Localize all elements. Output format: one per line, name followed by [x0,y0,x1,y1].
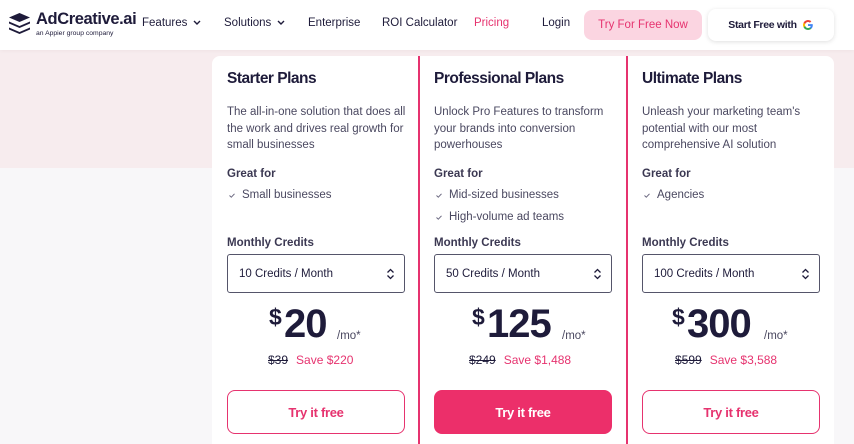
plan-card-professional: Professional Plans Unlock Pro Features t… [434,56,624,444]
price-currency: $ [269,304,282,330]
plan-description: Unlock Pro Features to transform your br… [434,106,604,151]
discount-row: $39 Save $220 [268,353,353,367]
nav-features-label: Features [142,17,188,29]
save-amount: Save $220 [296,353,354,367]
price-currency: $ [472,304,485,330]
plan-card-ultimate: Ultimate Plans Unleash your marketing te… [642,56,832,444]
try-it-free-button[interactable]: Try it free [434,390,612,434]
top-navbar: AdCreative.ai an Appier group company Fe… [0,0,854,50]
check-icon [644,192,650,198]
list-item: Agencies [642,184,704,206]
plan-card-starter: Starter Plans The all-in-one solution th… [227,56,417,444]
great-for-label: Great for [227,168,276,180]
price-period: /mo* [562,330,586,342]
credits-select-value: 100 Credits / Month [654,267,755,280]
credits-select[interactable]: 10 Credits / Month [227,254,405,293]
nav-pricing[interactable]: Pricing [474,17,509,29]
feature-label: Mid-sized businesses [449,189,559,201]
list-item: High-volume ad teams [434,206,564,228]
credits-label: Monthly Credits [227,237,314,249]
credits-select-value: 10 Credits / Month [239,267,333,280]
select-chevrons-icon [387,268,394,279]
select-chevrons-icon [802,268,809,279]
try-for-free-button[interactable]: Try For Free Now [584,10,702,40]
check-icon [436,214,442,220]
logo[interactable]: AdCreative.ai an Appier group company [8,10,137,41]
pricing-plans: Starter Plans The all-in-one solution th… [212,56,834,444]
save-amount: Save $3,588 [709,353,778,367]
list-item: Mid-sized businesses [434,184,564,206]
price-period: /mo* [337,330,361,342]
chevron-down-icon [277,20,285,25]
price-amount: 20 [284,302,327,346]
list-item: Small businesses [227,184,331,206]
feature-label: High-volume ad teams [449,211,565,223]
logo-name: AdCreative.ai [36,10,137,28]
discount-row: $599 Save $3,588 [675,353,777,367]
nav-features[interactable]: Features [142,17,201,29]
logo-subtitle: an Appier group company [36,30,114,37]
price-currency: $ [672,304,685,330]
old-price: $39 [268,353,289,367]
great-for-label: Great for [642,168,691,180]
start-free-google-label: Start Free with [728,19,797,31]
nav-solutions[interactable]: Solutions [224,17,285,29]
google-g-icon [802,20,813,31]
stacked-layers-logo-icon [9,13,30,34]
credits-select[interactable]: 100 Credits / Month [642,254,820,293]
nav-solutions-label: Solutions [224,17,272,29]
start-free-google-button[interactable]: Start Free with [708,9,834,41]
plan-description: Unleash your marketing team's potential … [642,106,801,151]
old-price: $599 [675,353,702,367]
plan-divider [418,56,420,444]
nav-login[interactable]: Login [542,17,570,29]
plan-title: Professional Plans [434,70,564,87]
feature-list: Small businesses [227,184,331,206]
save-amount: Save $1,488 [503,353,572,367]
credits-select-value: 50 Credits / Month [446,267,540,280]
price-amount: 300 [687,302,752,346]
price-period: /mo* [764,330,788,342]
nav-roi-calculator[interactable]: ROI Calculator [382,17,457,29]
credits-select[interactable]: 50 Credits / Month [434,254,612,293]
chevron-down-icon [193,20,201,25]
discount-row: $249 Save $1,488 [469,353,571,367]
try-it-free-button[interactable]: Try it free [227,390,405,434]
price-amount: 125 [487,302,552,346]
feature-list: Agencies [642,184,704,206]
try-it-free-button[interactable]: Try it free [642,390,820,434]
feature-label: Agencies [657,189,705,201]
select-chevrons-icon [594,268,601,279]
feature-label: Small businesses [242,189,332,201]
plan-title: Starter Plans [227,70,317,87]
nav-enterprise[interactable]: Enterprise [308,17,360,29]
check-icon [229,192,235,198]
great-for-label: Great for [434,168,483,180]
credits-label: Monthly Credits [642,237,729,249]
plan-description: The all-in-one solution that does all th… [227,106,406,151]
old-price: $249 [469,353,496,367]
plan-divider [626,56,628,444]
credits-label: Monthly Credits [434,237,521,249]
feature-list: Mid-sized businesses High-volume ad team… [434,184,564,228]
plan-title: Ultimate Plans [642,70,742,87]
check-icon [436,192,442,198]
